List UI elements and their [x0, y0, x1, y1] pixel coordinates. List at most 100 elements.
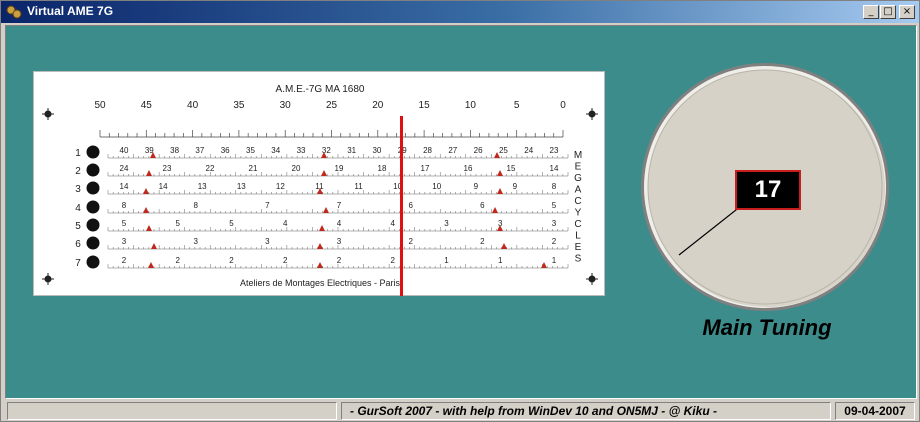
status-date: 09-04-2007 [835, 402, 915, 420]
band-frequency-label: 33 [297, 146, 306, 155]
app-window: Virtual AME 7G _ □ × A.M.E.-7G MA 1680 50… [0, 0, 920, 422]
band-frequency-label: 5 [122, 219, 127, 228]
megacycles-letter: E [575, 242, 582, 253]
band-frequency-label: 9 [474, 182, 479, 191]
band-number: 2 [75, 166, 81, 177]
tuning-pointer [400, 116, 403, 296]
band-frequency-label: 17 [421, 164, 430, 173]
band-frequency-label: 37 [195, 146, 204, 155]
megacycles-letter: M [574, 150, 582, 161]
band-frequency-label: 23 [550, 146, 559, 155]
top-scale-label: 50 [94, 100, 106, 111]
band-frequency-label: 2 [283, 256, 288, 265]
top-scale-label: 15 [419, 100, 431, 111]
band-marker-icon [497, 170, 503, 176]
top-scale-label: 5 [514, 100, 520, 111]
band-frequency-label: 2 [337, 256, 342, 265]
band-number: 5 [75, 221, 81, 232]
top-scale-label: 25 [326, 100, 338, 111]
band-marker-icon [146, 225, 152, 231]
band-frequency-label: 12 [276, 182, 285, 191]
frequency-dial-scale: A.M.E.-7G MA 168050 45 40 35 30 25 20 15 10 5 01 40… [42, 84, 598, 296]
tuning-readout: 17 [735, 170, 801, 210]
band-frequency-label: 3 [337, 237, 342, 246]
band-selector-dot [86, 163, 100, 177]
close-button[interactable]: × [899, 5, 915, 19]
band-frequency-label: 7 [265, 201, 270, 210]
band-marker-icon [501, 243, 507, 249]
band-marker-icon [317, 262, 323, 268]
dial-footer: Ateliers de Montages Electriques - Paris [240, 278, 401, 288]
status-bar: - GurSoft 2007 - with help from WinDev 1… [5, 401, 917, 421]
status-credits: - GurSoft 2007 - with help from WinDev 1… [341, 402, 831, 420]
band-frequency-label: 13 [237, 182, 246, 191]
band-frequency-label: 35 [246, 146, 255, 155]
band-marker-icon [319, 225, 325, 231]
band-frequency-label: 6 [408, 201, 413, 210]
band-frequency-label: 30 [372, 146, 381, 155]
minimize-button[interactable]: _ [863, 5, 879, 19]
app-icon [6, 5, 22, 19]
band-frequency-label: 20 [292, 164, 301, 173]
band-frequency-label: 14 [120, 182, 129, 191]
band-frequency-label: 5 [552, 201, 557, 210]
band-frequency-label: 3 [122, 237, 127, 246]
band-marker-icon [317, 243, 323, 249]
top-scale-label: 40 [187, 100, 199, 111]
band-frequency-label: 14 [159, 182, 168, 191]
band-frequency-label: 22 [206, 164, 215, 173]
band-frequency-label: 8 [552, 182, 557, 191]
band-frequency-label: 13 [198, 182, 207, 191]
megacycles-letter: L [575, 231, 581, 242]
top-scale-label: 45 [141, 100, 153, 111]
band-frequency-label: 38 [170, 146, 179, 155]
band-frequency-label: 18 [378, 164, 387, 173]
title-bar[interactable]: Virtual AME 7G _ □ × [1, 1, 919, 23]
top-scale-label: 35 [233, 100, 245, 111]
megacycles-letter: S [575, 254, 582, 265]
band-frequency-label: 2 [408, 237, 413, 246]
band-selector-dot [86, 218, 100, 232]
megacycles-letter: C [574, 196, 581, 207]
band-number: 1 [75, 148, 81, 159]
dial-title: A.M.E.-7G MA 1680 [276, 84, 365, 95]
band-frequency-label: 9 [513, 182, 518, 191]
band-selector-dot [86, 255, 100, 269]
band-frequency-label: 10 [432, 182, 441, 191]
main-tuning-label: Main Tuning [702, 315, 832, 340]
band-frequency-label: 15 [507, 164, 516, 173]
band-frequency-label: 2 [552, 237, 557, 246]
status-pane-left [7, 402, 337, 420]
megacycles-letter: A [575, 185, 582, 196]
band-frequency-label: 2 [229, 256, 234, 265]
band-frequency-label: 3 [552, 219, 557, 228]
maximize-button[interactable]: □ [880, 5, 896, 19]
band-frequency-label: 14 [550, 164, 559, 173]
megacycles-letter: C [574, 219, 581, 230]
band-frequency-label: 1 [552, 256, 557, 265]
band-frequency-label: 3 [444, 219, 449, 228]
band-frequency-label: 19 [335, 164, 344, 173]
band-frequency-label: 34 [271, 146, 280, 155]
band-marker-icon [541, 262, 547, 268]
band-frequency-label: 3 [265, 237, 270, 246]
band-number: 3 [75, 184, 81, 195]
band-marker-icon [497, 188, 503, 194]
megacycles-letter: G [574, 173, 582, 184]
band-frequency-label: 4 [337, 219, 342, 228]
band-marker-icon [323, 207, 329, 213]
band-frequency-label: 2 [480, 237, 485, 246]
frequency-dial-panel[interactable]: A.M.E.-7G MA 1680 50 45 40 35 30 25 20 15 10 5 0 1 40… [33, 71, 605, 296]
band-frequency-label: 25 [499, 146, 508, 155]
band-marker-icon [321, 170, 327, 176]
top-scale-label: 20 [372, 100, 384, 111]
band-frequency-label: 8 [122, 201, 127, 210]
window-title: Virtual AME 7G [27, 4, 114, 18]
band-frequency-label: 4 [391, 219, 396, 228]
band-frequency-label: 8 [193, 201, 198, 210]
band-frequency-label: 4 [283, 219, 288, 228]
band-frequency-label: 2 [176, 256, 181, 265]
megacycles-letter: Y [575, 208, 582, 219]
band-frequency-label: 6 [480, 201, 485, 210]
top-scale-label: 0 [560, 100, 566, 111]
